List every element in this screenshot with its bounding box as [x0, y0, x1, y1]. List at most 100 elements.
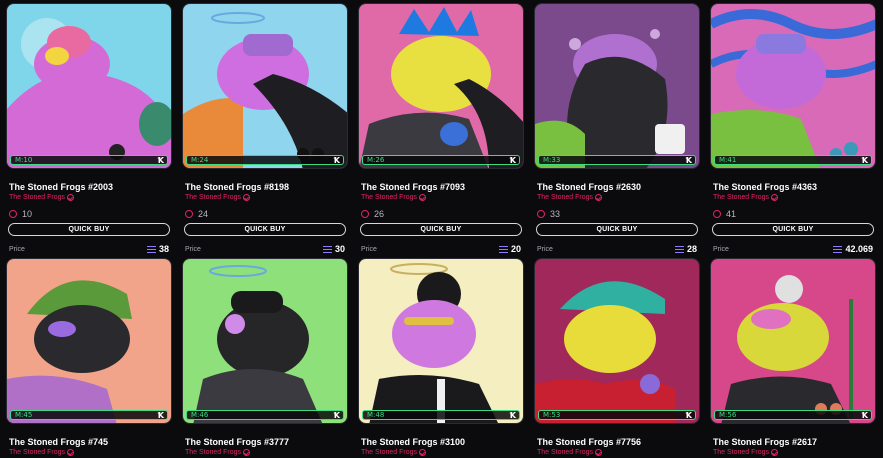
rarity-bar: M:46 Ꝁ [186, 410, 344, 420]
eth-icon [674, 245, 684, 253]
price-row: Price 38 [6, 244, 172, 254]
nft-card[interactable]: M:33 Ꝁ The Stoned Frogs #2630 The Stoned… [534, 3, 700, 254]
rarity-bar: M:45 Ꝁ [10, 410, 168, 420]
likes[interactable]: 33 [534, 209, 700, 219]
nft-thumbnail[interactable]: M:56 Ꝁ [710, 258, 876, 424]
verified-check-icon [243, 449, 251, 456]
nft-title[interactable]: The Stoned Frogs #4363 [710, 182, 876, 192]
verified-check-icon [419, 194, 427, 201]
nft-card[interactable]: M:48 Ꝁ The Stoned Frogs #3100 The Stoned… [358, 258, 524, 458]
collection-link[interactable]: The Stoned Frogs [710, 449, 876, 456]
quick-buy-button[interactable]: QUICK BUY [712, 223, 874, 236]
rarity-bar: M:26 Ꝁ [362, 155, 520, 165]
rarity-bar: M:41 Ꝁ [714, 155, 872, 165]
rarity-bar: M:24 Ꝁ [186, 155, 344, 165]
likes[interactable]: 24 [182, 209, 348, 219]
nft-title[interactable]: The Stoned Frogs #8198 [182, 182, 348, 192]
nft-title[interactable]: The Stoned Frogs #2630 [534, 182, 700, 192]
marketplace-logo-icon: Ꝁ [861, 410, 867, 420]
collection-link[interactable]: The Stoned Frogs [534, 449, 700, 456]
eth-icon [833, 245, 843, 253]
rarity-rank: M:24 [191, 156, 209, 164]
nft-thumbnail[interactable]: M:53 Ꝁ [534, 258, 700, 424]
nft-thumbnail[interactable]: M:48 Ꝁ [358, 258, 524, 424]
collection-link[interactable]: The Stoned Frogs [358, 449, 524, 456]
rarity-rank: M:41 [719, 156, 737, 164]
nft-thumbnail[interactable]: M:26 Ꝁ [358, 3, 524, 169]
rarity-bar: M:10 Ꝁ [10, 155, 168, 165]
verified-check-icon [67, 194, 75, 201]
collection-link[interactable]: The Stoned Frogs [534, 194, 700, 201]
quick-buy-button[interactable]: QUICK BUY [360, 223, 522, 236]
verified-check-icon [67, 449, 75, 456]
nft-card[interactable]: M:53 Ꝁ The Stoned Frogs #7756 The Stoned… [534, 258, 700, 458]
rarity-rank: M:10 [15, 156, 33, 164]
collection-link[interactable]: The Stoned Frogs [182, 194, 348, 201]
nft-card[interactable]: M:46 Ꝁ The Stoned Frogs #3777 The Stoned… [182, 258, 348, 458]
nft-thumbnail[interactable]: M:24 Ꝁ [182, 3, 348, 169]
nft-title[interactable]: The Stoned Frogs #3100 [358, 437, 524, 447]
collection-link[interactable]: The Stoned Frogs [710, 194, 876, 201]
collection-link[interactable]: The Stoned Frogs [182, 449, 348, 456]
heart-outline-icon[interactable] [537, 210, 545, 218]
nft-card[interactable]: M:26 Ꝁ The Stoned Frogs #7093 The Stoned… [358, 3, 524, 254]
nft-card[interactable]: M:56 Ꝁ The Stoned Frogs #2617 The Stoned… [710, 258, 876, 458]
rarity-bar: M:53 Ꝁ [538, 410, 696, 420]
quick-buy-button[interactable]: QUICK BUY [184, 223, 346, 236]
quick-buy-button[interactable]: QUICK BUY [536, 223, 698, 236]
nft-card[interactable]: M:24 Ꝁ The Stoned Frogs #8198 The Stoned… [182, 3, 348, 254]
marketplace-logo-icon: Ꝁ [333, 410, 339, 420]
rarity-rank: M:56 [719, 411, 737, 419]
price-label: Price [537, 245, 553, 253]
price-label: Price [361, 245, 377, 253]
nft-title[interactable]: The Stoned Frogs #7093 [358, 182, 524, 192]
nft-title[interactable]: The Stoned Frogs #2617 [710, 437, 876, 447]
rarity-rank: M:46 [191, 411, 209, 419]
marketplace-logo-icon: Ꝁ [685, 155, 691, 165]
price-value: 20 [498, 244, 521, 254]
nft-title[interactable]: The Stoned Frogs #7756 [534, 437, 700, 447]
collection-link[interactable]: The Stoned Frogs [358, 194, 524, 201]
nft-card[interactable]: M:41 Ꝁ The Stoned Frogs #4363 The Stoned… [710, 3, 876, 254]
nft-title[interactable]: The Stoned Frogs #745 [6, 437, 172, 447]
quick-buy-button[interactable]: QUICK BUY [8, 223, 170, 236]
collection-link[interactable]: The Stoned Frogs [6, 194, 172, 201]
verified-check-icon [243, 194, 251, 201]
verified-check-icon [771, 194, 779, 201]
price-row: Price 30 [182, 244, 348, 254]
marketplace-logo-icon: Ꝁ [509, 155, 515, 165]
rarity-rank: M:26 [367, 156, 385, 164]
nft-card[interactable]: M:45 Ꝁ The Stoned Frogs #745 The Stoned … [6, 258, 172, 458]
likes[interactable]: 10 [6, 209, 172, 219]
rarity-bar: M:56 Ꝁ [714, 410, 872, 420]
eth-icon [498, 245, 508, 253]
rarity-bar: M:33 Ꝁ [538, 155, 696, 165]
nft-title[interactable]: The Stoned Frogs #2003 [6, 182, 172, 192]
price-row: Price 20 [358, 244, 524, 254]
marketplace-logo-icon: Ꝁ [685, 410, 691, 420]
nft-card[interactable]: M:10 Ꝁ The Stoned Frogs #2003 The Stoned… [6, 3, 172, 254]
nft-grid: M:10 Ꝁ The Stoned Frogs #2003 The Stoned… [6, 3, 876, 254]
nft-thumbnail[interactable]: M:33 Ꝁ [534, 3, 700, 169]
price-value: 38 [146, 244, 169, 254]
price-label: Price [9, 245, 25, 253]
price-label: Price [713, 245, 729, 253]
nft-title[interactable]: The Stoned Frogs #3777 [182, 437, 348, 447]
verified-check-icon [419, 449, 427, 456]
heart-outline-icon[interactable] [361, 210, 369, 218]
heart-outline-icon[interactable] [185, 210, 193, 218]
likes[interactable]: 41 [710, 209, 876, 219]
marketplace-logo-icon: Ꝁ [333, 155, 339, 165]
collection-link[interactable]: The Stoned Frogs [6, 449, 172, 456]
nft-thumbnail[interactable]: M:41 Ꝁ [710, 3, 876, 169]
marketplace-logo-icon: Ꝁ [157, 410, 163, 420]
rarity-rank: M:53 [543, 411, 561, 419]
nft-thumbnail[interactable]: M:46 Ꝁ [182, 258, 348, 424]
eth-icon [322, 245, 332, 253]
nft-thumbnail[interactable]: M:10 Ꝁ [6, 3, 172, 169]
heart-outline-icon[interactable] [713, 210, 721, 218]
likes[interactable]: 26 [358, 209, 524, 219]
heart-outline-icon[interactable] [9, 210, 17, 218]
nft-thumbnail[interactable]: M:45 Ꝁ [6, 258, 172, 424]
rarity-rank: M:45 [15, 411, 33, 419]
